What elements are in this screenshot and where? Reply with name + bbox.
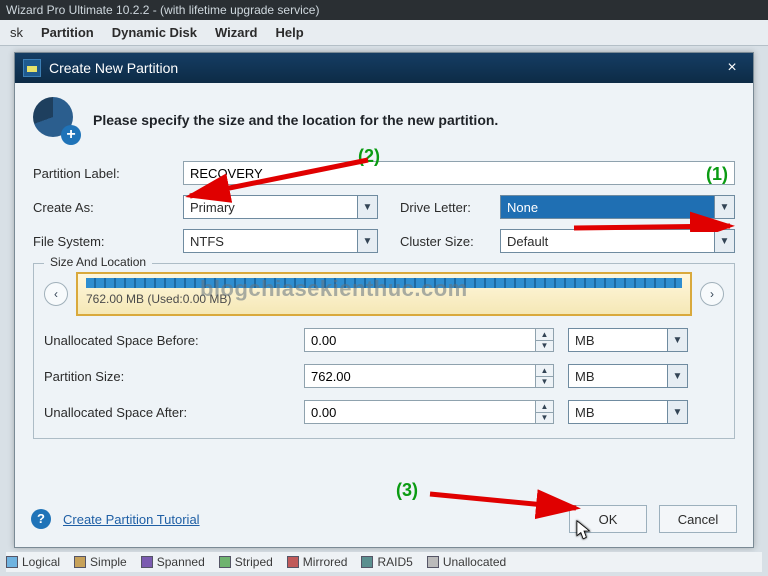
space-after-value[interactable] (305, 401, 535, 423)
size-location-title: Size And Location (44, 255, 152, 269)
create-as-label: Create As: (33, 200, 183, 215)
legend-mirrored: Mirrored (287, 555, 348, 569)
space-after-label: Unallocated Space After: (44, 405, 304, 420)
size-location-group: Size And Location ‹ 762.00 MB (Used:0.00… (33, 263, 735, 439)
ok-button[interactable]: OK (569, 505, 647, 533)
legend-raid5: RAID5 (361, 555, 412, 569)
file-system-select[interactable]: NTFS ▼ (183, 229, 378, 253)
chevron-down-icon[interactable]: ▼ (714, 196, 734, 218)
chevron-down-icon[interactable]: ▼ (667, 329, 687, 351)
menu-item-disk[interactable]: sk (10, 25, 23, 40)
unit-text: MB (569, 405, 667, 420)
dialog-body: + Please specify the size and the locati… (15, 83, 753, 495)
legend-striped: Striped (219, 555, 273, 569)
partition-label-label: Partition Label: (33, 166, 183, 181)
menu-item-help[interactable]: Help (276, 25, 304, 40)
file-system-label: File System: (33, 234, 183, 249)
space-before-unit[interactable]: MB ▼ (568, 328, 688, 352)
tutorial-link[interactable]: Create Partition Tutorial (63, 512, 200, 527)
close-icon[interactable]: × (719, 59, 745, 77)
cluster-size-label: Cluster Size: (390, 234, 500, 249)
partition-bar-text: 762.00 MB (Used:0.00 MB) (86, 292, 682, 306)
cancel-button[interactable]: Cancel (659, 505, 737, 533)
chevron-up-icon[interactable]: ▲ (536, 329, 553, 341)
scroll-right-button[interactable]: › (700, 282, 724, 306)
dialog-header-text: Please specify the size and the location… (93, 112, 498, 128)
legend-spanned: Spanned (141, 555, 205, 569)
partition-label-input[interactable] (183, 161, 735, 185)
space-after-unit[interactable]: MB ▼ (568, 400, 688, 424)
space-before-input[interactable]: ▲▼ (304, 328, 554, 352)
create-as-select[interactable]: Primary ▼ (183, 195, 378, 219)
menu-item-wizard[interactable]: Wizard (215, 25, 258, 40)
partition-size-unit[interactable]: MB ▼ (568, 364, 688, 388)
chevron-down-icon[interactable]: ▼ (357, 230, 377, 252)
chevron-down-icon[interactable]: ▼ (667, 365, 687, 387)
partition-size-label: Partition Size: (44, 369, 304, 384)
legend-simple: Simple (74, 555, 127, 569)
file-system-value: NTFS (184, 234, 357, 249)
unit-text: MB (569, 333, 667, 348)
chevron-down-icon[interactable]: ▼ (536, 341, 553, 352)
menu-bar: sk Partition Dynamic Disk Wizard Help (0, 20, 768, 46)
partition-bar[interactable]: 762.00 MB (Used:0.00 MB) (76, 272, 692, 316)
chevron-up-icon[interactable]: ▲ (536, 401, 553, 413)
chevron-down-icon[interactable]: ▼ (536, 377, 553, 388)
scroll-left-button[interactable]: ‹ (44, 282, 68, 306)
legend-logical: Logical (6, 555, 60, 569)
dialog-title-text: Create New Partition (49, 60, 178, 76)
space-before-label: Unallocated Space Before: (44, 333, 304, 348)
dialog-footer: ? Create Partition Tutorial OK Cancel (15, 495, 753, 547)
disk-plus-icon: + (33, 97, 79, 143)
cluster-size-value: Default (501, 234, 714, 249)
main-window-title: Wizard Pro Ultimate 10.2.2 - (with lifet… (0, 0, 768, 20)
legend-unallocated: Unallocated (427, 555, 506, 569)
chevron-up-icon[interactable]: ▲ (536, 365, 553, 377)
chevron-down-icon[interactable]: ▼ (536, 413, 553, 424)
space-before-value[interactable] (305, 329, 535, 351)
drive-letter-select[interactable]: None ▼ (500, 195, 735, 219)
chevron-down-icon[interactable]: ▼ (714, 230, 734, 252)
create-partition-dialog: Create New Partition × + Please specify … (14, 52, 754, 548)
unit-text: MB (569, 369, 667, 384)
chevron-down-icon[interactable]: ▼ (667, 401, 687, 423)
chevron-down-icon[interactable]: ▼ (357, 196, 377, 218)
partition-size-input[interactable]: ▲▼ (304, 364, 554, 388)
partition-stripe (86, 278, 682, 288)
drive-letter-label: Drive Letter: (390, 200, 500, 215)
menu-item-dynamic-disk[interactable]: Dynamic Disk (112, 25, 197, 40)
partition-icon (23, 59, 41, 77)
partition-legend: Logical Simple Spanned Striped Mirrored … (6, 552, 762, 572)
dialog-title-bar: Create New Partition × (15, 53, 753, 83)
drive-letter-value: None (501, 200, 714, 215)
space-after-input[interactable]: ▲▼ (304, 400, 554, 424)
menu-item-partition[interactable]: Partition (41, 25, 94, 40)
create-as-value: Primary (184, 200, 357, 215)
partition-size-value[interactable] (305, 365, 535, 387)
cluster-size-select[interactable]: Default ▼ (500, 229, 735, 253)
help-icon[interactable]: ? (31, 509, 51, 529)
